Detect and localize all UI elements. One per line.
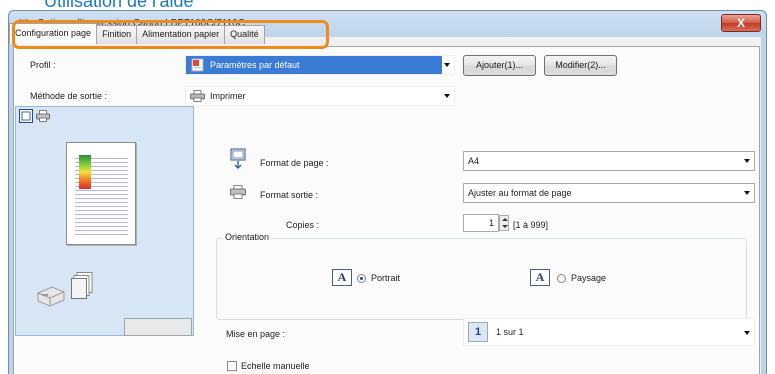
output-size-icon xyxy=(230,185,246,199)
manual-scale-label: Echelle manuelle xyxy=(241,361,310,371)
printer-icon xyxy=(190,90,205,102)
preview-pane xyxy=(15,106,194,336)
tab-finishing[interactable]: Finition xyxy=(96,25,138,44)
preview-color-bar xyxy=(79,155,91,189)
profile-icon xyxy=(191,58,204,72)
tab-paper-source[interactable]: Alimentation papier xyxy=(136,25,226,44)
layout-label: Mise en page : xyxy=(226,329,286,339)
chevron-down-icon xyxy=(744,191,750,195)
portrait-icon: A xyxy=(332,269,352,286)
tab-quality[interactable]: Qualité xyxy=(224,25,265,44)
page-view-icon[interactable] xyxy=(19,109,33,123)
output-size-select[interactable]: Ajuster au format de page xyxy=(463,183,755,203)
edit-profile-button[interactable]: Modifier(2)... xyxy=(544,55,617,76)
close-icon: X xyxy=(736,16,745,30)
chevron-down-icon xyxy=(744,159,750,163)
preview-buttons[interactable] xyxy=(124,318,192,336)
pages-stack-icon xyxy=(71,272,93,299)
copies-range: [1 à 999] xyxy=(513,220,549,230)
chevron-down-icon xyxy=(444,94,450,98)
page-size-label: Format de page : xyxy=(260,158,329,168)
output-method-value: Imprimer xyxy=(210,91,246,101)
copies-stepper[interactable] xyxy=(499,215,509,231)
chevron-down-icon xyxy=(444,63,450,67)
layout-icon: 1 xyxy=(468,322,488,342)
chevron-down-icon xyxy=(744,331,750,335)
output-size-label: Format sortie : xyxy=(260,190,319,200)
printer-view-icon[interactable] xyxy=(36,110,50,122)
copies-label: Copies : xyxy=(286,220,320,230)
page-size-select[interactable]: A4 xyxy=(463,151,755,171)
portrait-radio[interactable] xyxy=(357,274,366,283)
output-size-value: Ajuster au format de page xyxy=(468,188,572,198)
preview-toolbar xyxy=(16,107,193,125)
page-size-value: A4 xyxy=(468,156,480,166)
page-size-icon xyxy=(230,148,246,169)
tab-strip: Configuration page Finition Alimentation… xyxy=(9,23,265,44)
layout-select[interactable]: 1 1 sur 1 xyxy=(463,318,755,346)
landscape-icon: A xyxy=(530,269,550,286)
manual-scale-checkbox[interactable] xyxy=(227,361,237,371)
landscape-radio[interactable] xyxy=(557,274,566,283)
output-method-label: Méthode de sortie : xyxy=(30,91,108,101)
layout-value: 1 sur 1 xyxy=(496,327,524,337)
orientation-label: Orientation xyxy=(223,232,272,242)
tab-configuration-page[interactable]: Configuration page xyxy=(9,23,98,44)
output-method-select[interactable]: Imprimer xyxy=(185,86,455,106)
close-button[interactable]: X xyxy=(721,14,761,32)
portrait-label: Portrait xyxy=(371,273,401,283)
profile-select[interactable]: Paramètres par défaut xyxy=(185,55,455,75)
add-profile-button[interactable]: Ajouter(1)... xyxy=(463,55,536,76)
orientation-group xyxy=(216,238,747,320)
printer-3d-icon xyxy=(37,286,65,307)
profile-label: Profil : xyxy=(30,60,56,70)
landscape-label: Paysage xyxy=(571,273,607,283)
copies-value: 1 xyxy=(488,218,494,228)
page-preview-thumbnail xyxy=(66,142,136,245)
copies-input[interactable]: 1 xyxy=(463,214,499,232)
profile-value: Paramètres par défaut xyxy=(210,60,300,70)
